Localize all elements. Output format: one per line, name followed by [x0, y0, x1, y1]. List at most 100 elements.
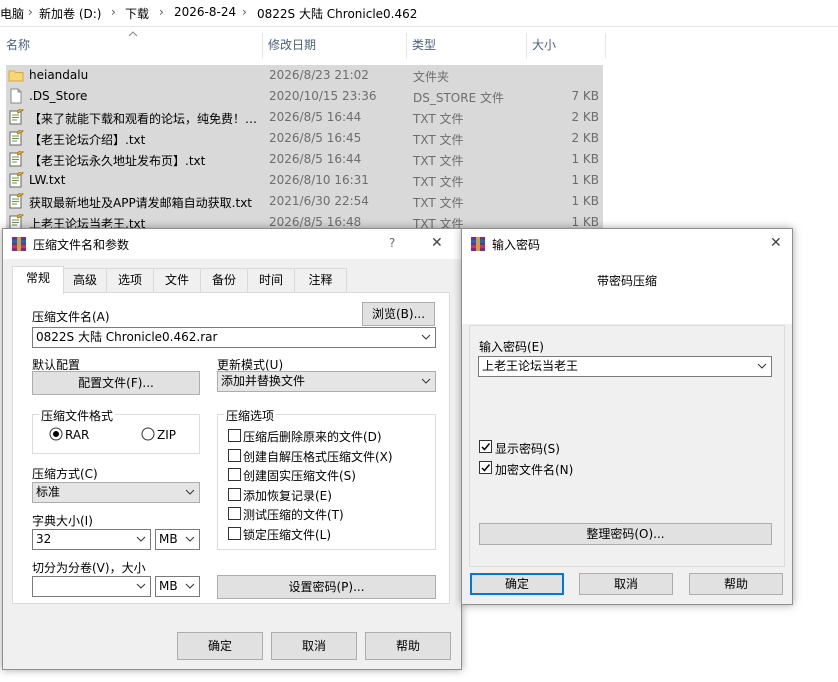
tab-time[interactable]: 时间: [247, 268, 295, 292]
archive-name-value: 0822S 大陆 Chronicle0.462.rar: [36, 330, 218, 344]
breadcrumb-current-folder[interactable]: 0822S 大陆 Chronicle0.462: [257, 5, 417, 22]
password-ok-button[interactable]: 确定: [470, 573, 564, 595]
password-value: 上老王论坛当老王: [482, 359, 579, 373]
file-name: heiandalu: [29, 68, 89, 82]
close-icon[interactable]: ✕: [431, 235, 443, 251]
update-mode-select[interactable]: 添加并替换文件: [217, 371, 436, 392]
file-row[interactable]: heiandalu 2026/8/23 21:02 文件夹: [6, 65, 603, 86]
column-name[interactable]: 名称: [2, 31, 263, 58]
chevron-down-icon: [421, 378, 431, 384]
archive-option-label: 创建自解压格式压缩文件(X): [243, 449, 393, 464]
column-date[interactable]: 修改日期: [264, 33, 407, 58]
winrar-logo-icon: [12, 237, 26, 251]
rar-radio[interactable]: [49, 427, 63, 441]
file-type: 文件夹: [413, 70, 450, 84]
password-dialog: 输入密码 ✕ 带密码压缩: [461, 228, 793, 605]
archive-name-input[interactable]: 0822S 大陆 Chronicle0.462.rar: [32, 327, 436, 348]
compression-method-label: 压缩方式(C): [32, 467, 98, 481]
chevron-down-icon: [136, 536, 146, 542]
file-date: 2026/8/5 16:48: [269, 215, 362, 229]
profiles-button[interactable]: 配置文件(F)...: [32, 371, 200, 395]
split-unit-value: MB: [159, 579, 178, 593]
file-size: 1 KB: [571, 215, 599, 229]
file-size: 7 KB: [571, 89, 599, 103]
password-dialog-titlebar[interactable]: 输入密码 ✕: [462, 229, 792, 259]
zip-radio-label: ZIP: [157, 428, 176, 442]
archive-option-checkbox[interactable]: [228, 429, 241, 442]
breadcrumb-separator[interactable]: ›: [159, 5, 164, 19]
dictionary-size-value: 32: [36, 532, 52, 546]
help-icon[interactable]: ?: [389, 236, 395, 250]
column-size[interactable]: 大小: [528, 33, 606, 58]
password-heading: 带密码压缩: [596, 274, 657, 288]
file-size: 1 KB: [571, 152, 599, 166]
tab-options[interactable]: 选项: [106, 268, 154, 292]
file-row[interactable]: LW.txt 2026/8/10 16:31 TXT 文件 1 KB: [6, 170, 603, 191]
column-type[interactable]: 类型: [408, 33, 527, 58]
archive-options-group-title: 压缩选项: [224, 407, 277, 424]
tab-comment[interactable]: 注释: [294, 268, 347, 292]
cancel-button[interactable]: 取消: [271, 632, 357, 660]
close-icon[interactable]: ✕: [770, 235, 782, 251]
password-cancel-button[interactable]: 取消: [579, 573, 673, 595]
file-size: 1 KB: [571, 173, 599, 187]
set-password-button[interactable]: 设置密码(P)...: [217, 575, 436, 599]
breadcrumb-separator[interactable]: ›: [111, 5, 116, 19]
column-header: 名称 修改日期 类型 大小: [0, 31, 606, 58]
breadcrumb-separator[interactable]: ›: [28, 5, 33, 19]
checkmark-icon: [481, 443, 491, 451]
file-date: 2026/8/5 16:45: [269, 131, 362, 145]
archive-format-group-title: 压缩文件格式: [39, 407, 116, 424]
browse-button[interactable]: 浏览(B)...: [362, 302, 435, 326]
file-date: 2021/6/30 22:54: [269, 194, 369, 208]
update-mode-value: 添加并替换文件: [221, 374, 306, 388]
chevron-down-icon: [757, 363, 767, 369]
archive-dialog-titlebar[interactable]: 压缩文件名和参数 ? ✕: [3, 229, 461, 259]
split-unit-select[interactable]: MB: [155, 576, 200, 597]
show-password-checkbox[interactable]: [479, 440, 492, 453]
file-row[interactable]: .DS_Store 2020/10/15 23:36 DS_STORE 文件 7 KB: [6, 86, 603, 107]
dictionary-unit-value: MB: [159, 532, 178, 546]
tab-backup[interactable]: 备份: [200, 268, 248, 292]
breadcrumb-separator[interactable]: ›: [242, 5, 247, 19]
archive-option-checkbox[interactable]: [228, 468, 241, 482]
dictionary-size-select[interactable]: 32: [32, 529, 151, 550]
file-date: 2026/8/10 16:31: [269, 173, 369, 187]
password-help-button[interactable]: 帮助: [689, 573, 783, 595]
archive-option-label: 测试压缩的文件(T): [243, 508, 344, 523]
address-bar[interactable]: 电脑 › 新加卷 (D:) › 下载 › 2026-8-24 › 0822S 大…: [0, 0, 838, 27]
ok-button[interactable]: 确定: [177, 632, 263, 660]
split-volume-size-select[interactable]: [32, 576, 151, 597]
help-button[interactable]: 帮助: [365, 632, 451, 660]
tab-general[interactable]: 常规: [12, 266, 64, 294]
tab-files[interactable]: 文件: [153, 268, 201, 292]
breadcrumb-drive[interactable]: 新加卷 (D:): [39, 5, 101, 22]
encrypt-file-names-checkbox[interactable]: [479, 461, 492, 474]
dictionary-unit-select[interactable]: MB: [155, 529, 200, 550]
breadcrumb-computer[interactable]: 电脑: [0, 5, 24, 22]
zip-radio[interactable]: [141, 427, 155, 441]
folder-icon: [8, 70, 24, 82]
compression-method-select[interactable]: 标准: [32, 482, 200, 503]
file-row[interactable]: 获取最新地址及APP请发邮箱自动获取.txt 2021/6/30 22:54 TXT…: [6, 191, 603, 212]
file-row[interactable]: 【老王论坛永久地址发布页】.txt 2026/8/5 16:44 TXT 文件 1 K…: [6, 149, 603, 170]
file-type: TXT 文件: [413, 175, 464, 189]
archive-option-checkbox[interactable]: [228, 448, 241, 462]
file-row[interactable]: 【老王论坛介绍】.txt 2026/8/5 16:45 TXT 文件 2 KB: [6, 128, 603, 149]
archive-option-checkbox[interactable]: [228, 507, 241, 521]
archive-name-label: 压缩文件名(A): [32, 310, 110, 324]
organize-passwords-button[interactable]: 整理密码(O)...: [479, 523, 772, 545]
breadcrumb-downloads[interactable]: 下载: [125, 5, 149, 22]
chevron-down-icon: [185, 489, 195, 495]
text-file-icon: [9, 151, 24, 167]
archive-option-checkbox[interactable]: [228, 527, 241, 540]
text-file-icon: [9, 130, 24, 146]
archive-option-checkbox[interactable]: [228, 487, 241, 501]
compression-method-value: 标准: [36, 485, 61, 499]
password-input[interactable]: 上老王论坛当老王: [478, 356, 772, 377]
breadcrumb-date-folder[interactable]: 2026-8-24: [174, 5, 236, 19]
archive-dialog-title: 压缩文件名和参数: [33, 238, 130, 252]
file-row[interactable]: 【来了就能下载和观看的论坛，纯免费！… 2026/8/5 16:44 TXT 文件 2…: [6, 107, 603, 128]
file-date: 2026/8/5 16:44: [269, 152, 362, 166]
tab-advanced[interactable]: 高级: [63, 268, 107, 292]
